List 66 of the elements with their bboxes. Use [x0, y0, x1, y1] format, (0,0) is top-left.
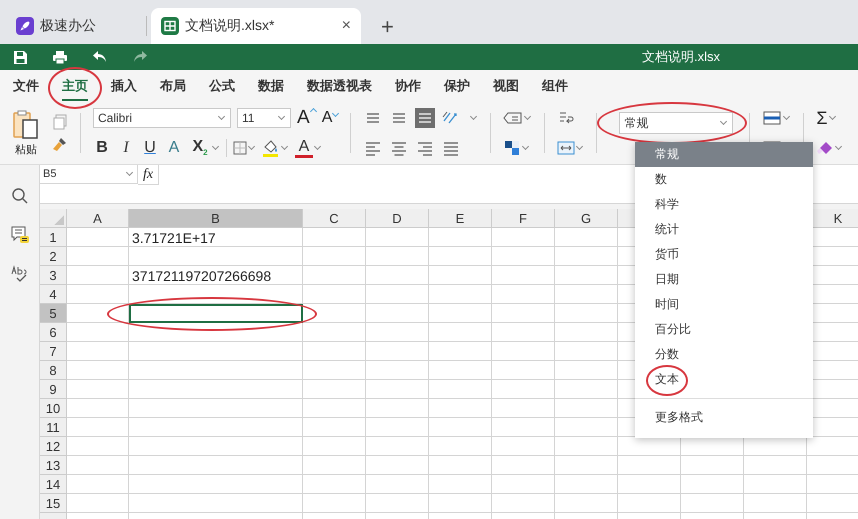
row-header[interactable]: 3 [40, 266, 67, 285]
grow-font-button[interactable]: A [297, 107, 316, 129]
menu-item[interactable]: 百分比 [635, 317, 813, 342]
menu-tab[interactable]: 协作 [395, 71, 421, 101]
shrink-font-button[interactable]: A [322, 109, 338, 127]
new-tab-button[interactable]: + [381, 16, 394, 38]
underline-button[interactable]: U [141, 139, 159, 157]
column-header[interactable]: A [67, 209, 129, 228]
menu-tab[interactable]: 视图 [493, 71, 519, 101]
menu-tab[interactable]: 数据 [258, 71, 284, 101]
row-header[interactable]: 1 [40, 228, 67, 247]
row-header[interactable]: 12 [40, 437, 67, 456]
close-tab-button[interactable]: × [342, 17, 351, 35]
number-format-dropdown[interactable]: 常规 [619, 112, 734, 134]
row-header[interactable]: 9 [40, 380, 67, 399]
row-header[interactable]: 15 [40, 494, 67, 513]
menu-item[interactable]: 文本 [635, 367, 813, 392]
row-header[interactable]: 6 [40, 323, 67, 342]
menu-tab[interactable]: 布局 [160, 71, 186, 101]
sum-button[interactable]: Σ [816, 108, 836, 128]
menu-item[interactable]: 货币 [635, 242, 813, 267]
menu-tab[interactable]: 数据透视表 [307, 71, 372, 101]
column-header[interactable]: D [366, 209, 429, 228]
menu-item[interactable]: 更多格式 [635, 405, 813, 430]
menu-item[interactable]: 常规 [635, 142, 813, 167]
row-header[interactable]: 11 [40, 418, 67, 437]
menu-item[interactable]: 日期 [635, 267, 813, 292]
table-cell-text: 371721197207266698 [131, 266, 272, 285]
table-cell-text: 3.71721E+17 [131, 228, 217, 247]
function-button[interactable]: fx [138, 165, 159, 185]
app-tab[interactable]: 极速办公 [6, 8, 146, 44]
row-header[interactable]: 10 [40, 399, 67, 418]
row-header[interactable]: 7 [40, 342, 67, 361]
menu-item[interactable]: 分数 [635, 342, 813, 367]
font-name-dropdown[interactable]: Calibri [93, 108, 231, 128]
paste-label: 粘贴 [15, 142, 37, 156]
menu-tab[interactable]: 公式 [209, 71, 235, 101]
menu-item[interactable]: 时间 [635, 292, 813, 317]
menu-tab[interactable]: 组件 [542, 71, 568, 101]
column-header[interactable]: C [303, 209, 366, 228]
bold-button[interactable]: B [93, 139, 111, 157]
row-header[interactable]: 4 [40, 285, 67, 304]
name-box[interactable]: B5 [40, 165, 138, 184]
italic-button[interactable]: I [117, 139, 135, 157]
text-effect-button[interactable]: A [165, 139, 183, 157]
row-header[interactable]: 14 [40, 475, 67, 494]
menu-item[interactable]: 数 [635, 167, 813, 192]
menu-tab[interactable]: 文件 [13, 71, 39, 101]
row-header[interactable]: 5 [40, 304, 67, 323]
menu-item[interactable]: 科学 [635, 192, 813, 217]
menu-tab[interactable]: 保护 [444, 71, 470, 101]
column-header[interactable]: G [555, 209, 618, 228]
window-title: 文档说明.xlsx [642, 48, 720, 66]
menu-item[interactable]: 统计 [635, 217, 813, 242]
menu-tab[interactable]: 插入 [111, 71, 137, 101]
column-header[interactable]: F [492, 209, 555, 228]
subscript-button[interactable]: X$_{2}$ [189, 138, 220, 158]
app-tab[interactable]: 文档说明.xlsx* × [151, 8, 361, 44]
column-header[interactable]: B [129, 209, 303, 228]
row-header[interactable]: 2 [40, 247, 67, 266]
row-header[interactable]: 8 [40, 361, 67, 380]
font-color-button[interactable]: A [295, 138, 322, 158]
column-header[interactable]: E [429, 209, 492, 228]
row-header[interactable]: 13 [40, 456, 67, 475]
font-size-dropdown[interactable]: 11 [237, 108, 291, 128]
menu-tab[interactable]: 主页 [62, 71, 88, 101]
